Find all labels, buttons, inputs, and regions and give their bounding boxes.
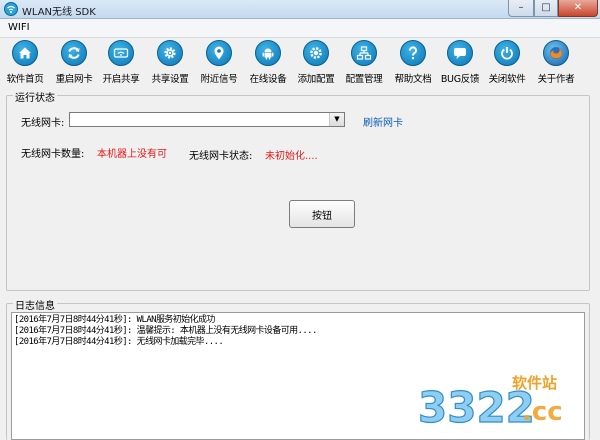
android-icon bbox=[262, 48, 274, 60]
adapter-count-label: 无线网卡数量: bbox=[21, 149, 85, 160]
chevron-down-icon[interactable]: ▼ bbox=[329, 113, 344, 126]
menu-item-wifi[interactable]: WIFI bbox=[8, 22, 30, 33]
log-group-title: 日志信息 bbox=[13, 297, 57, 312]
toolbar-about-author-button[interactable]: 关于作者 bbox=[533, 40, 579, 86]
wifi-icon bbox=[113, 48, 129, 58]
firefox-icon bbox=[550, 47, 562, 59]
title-bar[interactable]: WLAN无线 SDK – □ ✕ bbox=[0, 0, 600, 19]
log-textarea[interactable]: [2016年7月7日8时44分41秒]: WLAN服务初始化成功 [2016年7… bbox=[11, 312, 585, 440]
log-line: [2016年7月7日8时44分41秒]: 温馨提示: 本机器上没有无线网卡设备可… bbox=[14, 326, 317, 336]
toolbar-help-docs-button[interactable]: 帮助文档 bbox=[390, 40, 436, 86]
toolbar-add-config-button[interactable]: 添加配置 bbox=[293, 40, 339, 86]
toolbar-start-share-button[interactable]: 开启共享 bbox=[98, 40, 144, 86]
adapter-count-value: 本机器上没有可 bbox=[97, 149, 167, 160]
toolbar-share-settings-button[interactable]: 共享设置 bbox=[147, 40, 193, 86]
menu-bar: WIFI bbox=[0, 19, 600, 38]
adapter-select[interactable]: ▼ bbox=[69, 112, 345, 127]
status-group-title: 运行状态 bbox=[13, 89, 57, 104]
location-pin-icon bbox=[214, 46, 224, 60]
adapter-state-value: 未初始化.... bbox=[265, 151, 318, 162]
toolbar-home-button[interactable]: 软件首页 bbox=[2, 40, 48, 86]
log-group: 日志信息 [2016年7月7日8时44分41秒]: WLAN服务初始化成功 [2… bbox=[6, 297, 590, 440]
app-icon bbox=[4, 2, 18, 16]
question-icon bbox=[409, 46, 417, 60]
gear-add-icon bbox=[310, 47, 322, 59]
maximize-button[interactable]: □ bbox=[534, 0, 558, 17]
window-title: WLAN无线 SDK bbox=[22, 7, 96, 18]
chat-icon bbox=[454, 48, 466, 59]
toolbar-config-manage-button[interactable]: 配置管理 bbox=[341, 40, 387, 86]
toolbar-bug-feedback-button[interactable]: BUG反馈 bbox=[437, 40, 483, 86]
close-button[interactable]: ✕ bbox=[558, 0, 598, 17]
toolbar-restart-adapter-button[interactable]: 重启网卡 bbox=[51, 40, 97, 86]
adapter-state-label: 无线网卡状态: bbox=[189, 151, 253, 162]
adapter-label: 无线网卡: bbox=[21, 118, 65, 129]
refresh-icon bbox=[68, 47, 80, 59]
network-icon bbox=[356, 46, 372, 60]
log-line: [2016年7月7日8时44分41秒]: 无线网卡加载完毕.... bbox=[14, 337, 224, 347]
toolbar-nearby-signal-button[interactable]: 附近信号 bbox=[196, 40, 242, 86]
refresh-adapter-link[interactable]: 刷新网卡 bbox=[363, 114, 403, 129]
log-line: [2016年7月7日8时44分41秒]: WLAN服务初始化成功 bbox=[14, 315, 215, 325]
toolbar: 软件首页 重启网卡 开启共享 共享设置 附近信号 在线设备 添加配置 配置管理 … bbox=[0, 38, 600, 88]
status-group: 运行状态 无线网卡: ▼ 刷新网卡 无线网卡数量: 本机器上没有可 无线网卡状态… bbox=[6, 89, 590, 291]
action-button[interactable]: 按钮 bbox=[289, 200, 355, 228]
home-icon bbox=[19, 47, 31, 59]
toolbar-online-devices-button[interactable]: 在线设备 bbox=[245, 40, 291, 86]
toolbar-close-app-button[interactable]: 关闭软件 bbox=[484, 40, 530, 86]
gear-icon bbox=[164, 47, 176, 59]
minimize-button[interactable]: – bbox=[508, 0, 534, 17]
power-icon bbox=[501, 47, 513, 60]
